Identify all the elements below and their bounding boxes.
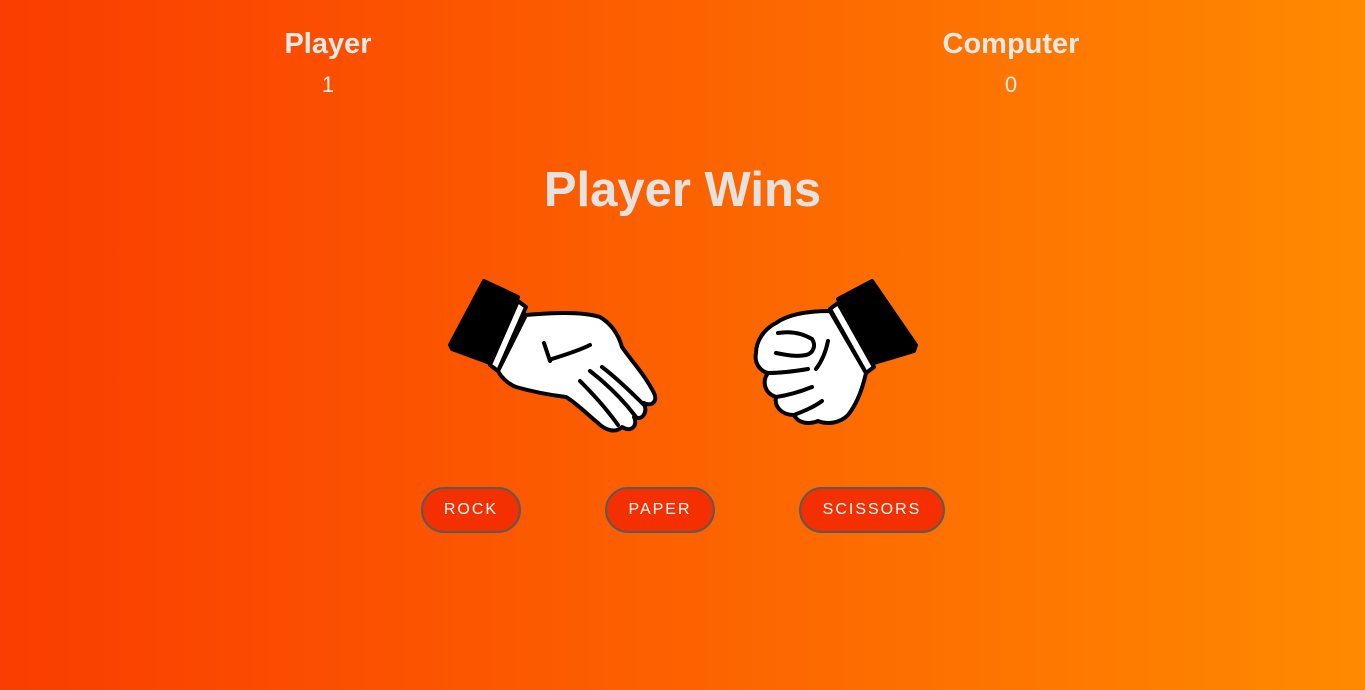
choice-buttons: ROCK PAPER SCISSORS [0, 487, 1365, 533]
computer-score-panel: Computer 0 [891, 26, 1131, 98]
scissors-button[interactable]: SCISSORS [799, 487, 945, 533]
player-score-panel: Player 1 [208, 26, 448, 98]
computer-label: Computer [942, 28, 1080, 60]
player-score: 1 [321, 72, 335, 97]
computer-score: 0 [1004, 72, 1018, 97]
paper-button[interactable]: PAPER [605, 487, 715, 533]
rock-fist-icon [753, 279, 918, 425]
paper-hand-icon [448, 279, 658, 433]
rock-button[interactable]: ROCK [421, 487, 521, 533]
player-label: Player [284, 28, 372, 60]
result-message: Player Wins [543, 163, 822, 217]
hands-display [440, 275, 930, 440]
